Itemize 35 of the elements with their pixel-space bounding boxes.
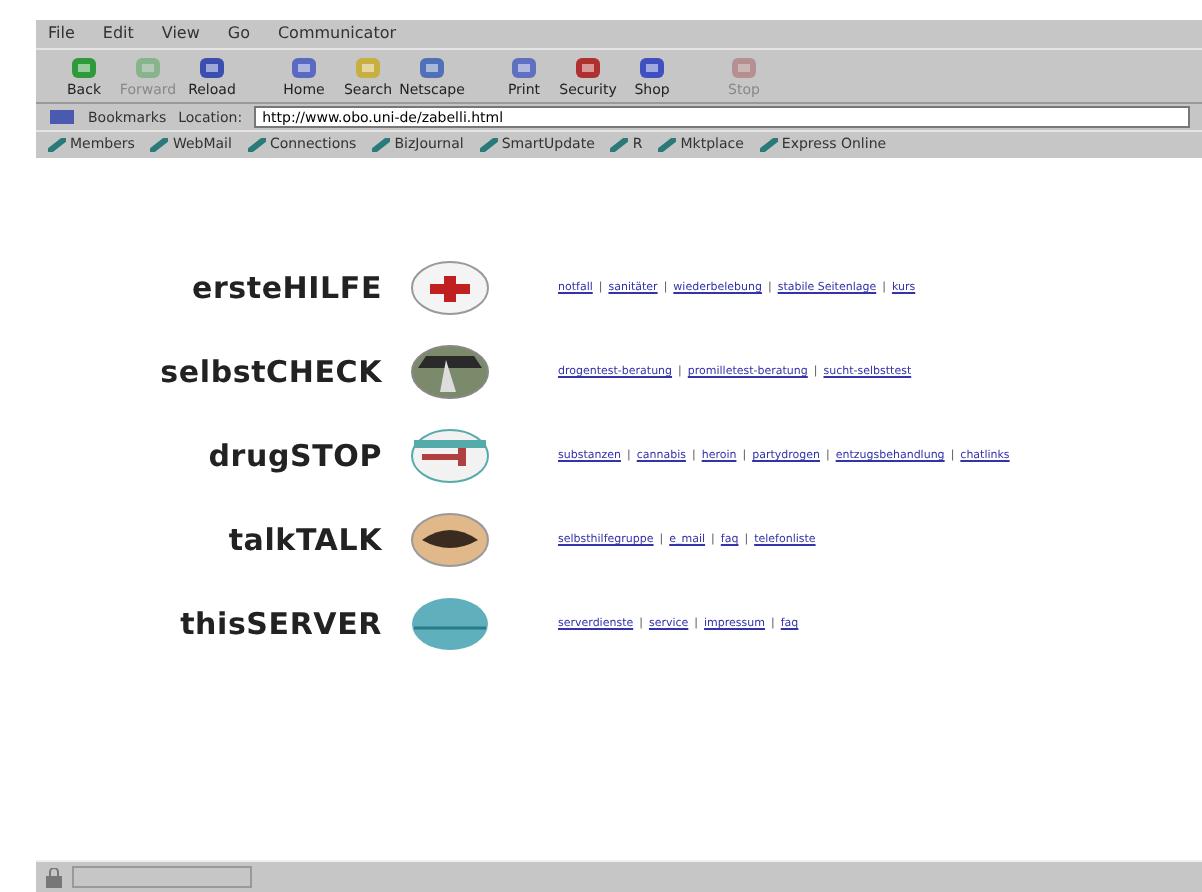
toolbar-icon [416,54,448,82]
bookmark-icon [610,138,629,153]
toolbar-icon [288,54,320,82]
bookmark-icon [759,138,778,153]
section-title: ersteHILFE [189,267,384,310]
menu-item[interactable]: File [48,22,75,46]
toolbar-icon [728,54,760,82]
photo-placeholder[interactable] [410,343,490,400]
menu-item[interactable]: Communicator [277,22,397,46]
toolbar-icon [68,54,100,82]
toolbar-icon [196,54,228,82]
cross-icon[interactable] [410,259,490,316]
bookmark-icon [150,138,169,153]
toolbar-icon [132,54,164,82]
syringe-icon[interactable] [410,427,490,484]
menu-item[interactable]: View [161,22,200,46]
section-title: thisSERVER [178,603,384,646]
toolbar-icon [508,54,540,82]
toolbar-icon [636,54,668,82]
bookmark-icon [48,108,76,127]
bookmark-icon [658,138,677,153]
oval-icon[interactable] [410,595,490,652]
bookmark-icon [48,138,66,153]
bookmark-icon [247,138,266,153]
section-title: talkTALK [226,519,384,562]
toolbar-icon [352,54,384,82]
bookmark-icon [372,138,391,153]
lock-icon [44,867,64,887]
toolbar-icon [572,54,604,82]
menu-item[interactable]: Go [227,22,250,46]
menu-item[interactable]: Edit [102,22,134,46]
section-title: drugSTOP [206,435,384,478]
bookmark-icon [479,138,498,153]
eye-icon[interactable] [410,511,490,568]
section-title: selbstCHECK [158,351,384,394]
